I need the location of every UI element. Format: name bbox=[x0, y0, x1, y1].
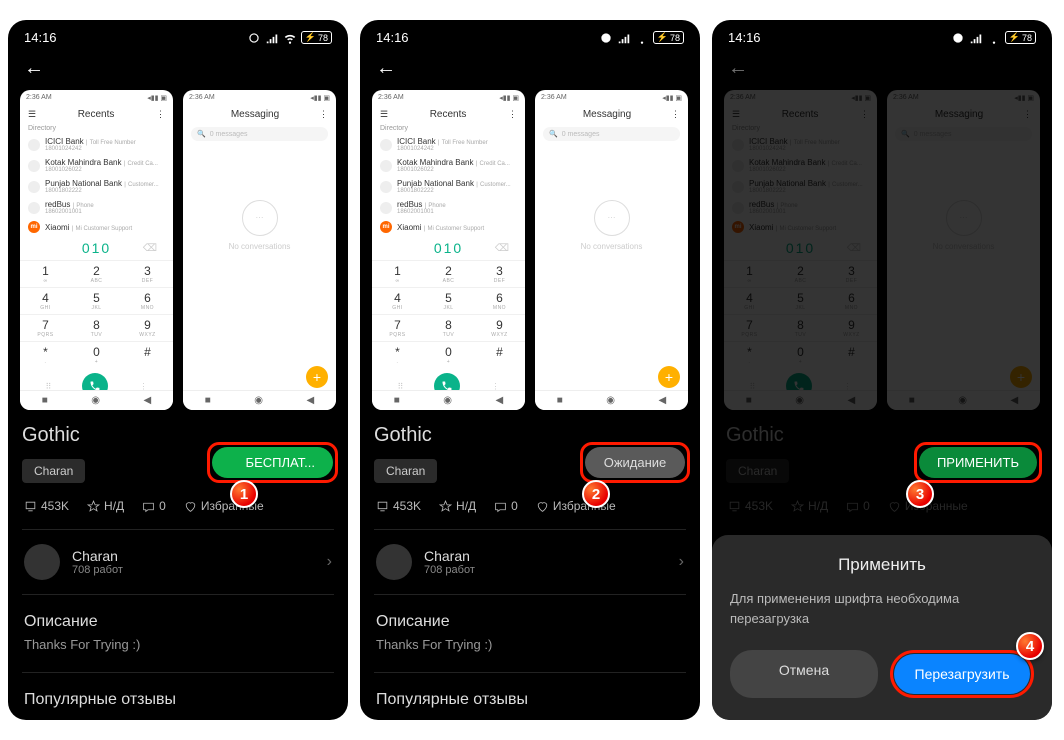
step-badge-3: 3 bbox=[906, 480, 934, 508]
theme-title: Gothic bbox=[22, 424, 80, 447]
alarm-icon bbox=[247, 31, 261, 45]
wifi-icon bbox=[283, 31, 297, 45]
phone-screen-3: 14:16⚡78 ← 2:36 AM◂▮▮ ▣ ☰Recents⋮ Direct… bbox=[712, 20, 1052, 720]
signal-icon bbox=[265, 31, 279, 45]
apply-button[interactable]: ПРИМЕНИТЬ bbox=[919, 447, 1037, 478]
author-row[interactable]: Charan708 работ › bbox=[8, 540, 348, 584]
back-button[interactable]: ← bbox=[360, 51, 700, 90]
dialog-title: Применить bbox=[730, 555, 1034, 575]
author-avatar bbox=[24, 544, 60, 580]
highlight-frame-1: БЕСПЛАТ... bbox=[207, 442, 338, 483]
comment-icon bbox=[142, 500, 155, 513]
status-time: 14:16 bbox=[24, 30, 57, 45]
reviews-heading: Популярные отзывы bbox=[8, 683, 348, 713]
back-button[interactable]: ← bbox=[8, 51, 348, 90]
theme-previews: 2:36 AM◂▮▮ ▣ ☰Recents⋮ Directory ICICI B… bbox=[8, 90, 348, 410]
phone-screen-2: 14:16⚡78 ← 2:36 AM◂▮▮ ▣ ☰Recents⋮ Direct… bbox=[360, 20, 700, 720]
highlight-frame-2: Ожидание bbox=[580, 442, 690, 483]
waiting-button[interactable]: Ожидание bbox=[585, 447, 685, 478]
author-tag[interactable]: Charan bbox=[22, 459, 85, 483]
status-bar: 14:16 ⚡78 bbox=[8, 20, 348, 51]
chevron-right-icon: › bbox=[327, 553, 332, 571]
dialog-message: Для применения шрифта необходима перезаг… bbox=[730, 589, 1034, 628]
description-heading: Описание bbox=[8, 605, 348, 635]
free-download-button[interactable]: БЕСПЛАТ... bbox=[212, 447, 333, 478]
status-icons: ⚡78 bbox=[247, 31, 332, 45]
description-text: Thanks For Trying :) bbox=[8, 635, 348, 662]
heart-icon bbox=[184, 500, 197, 513]
download-count-icon bbox=[24, 500, 37, 513]
highlight-frame-4: Перезагрузить bbox=[890, 650, 1034, 698]
phone-screen-1: 14:16 ⚡78 ← 2:36 AM◂▮▮ ▣ ☰Recents⋮ Direc… bbox=[8, 20, 348, 720]
reboot-button[interactable]: Перезагрузить bbox=[894, 654, 1030, 694]
apply-dialog: Применить Для применения шрифта необходи… bbox=[712, 535, 1052, 720]
theme-stats: 453K Н/Д 0 Избранные bbox=[8, 493, 348, 519]
compose-fab: + bbox=[306, 366, 328, 388]
preview-messaging[interactable]: 2:36 AM◂▮▮ ▣ Messaging⋮ 🔍0 messages ···N… bbox=[183, 90, 336, 410]
step-badge-4: 4 bbox=[1016, 632, 1044, 660]
step-badge-1: 1 bbox=[230, 480, 258, 508]
step-badge-2: 2 bbox=[582, 480, 610, 508]
preview-messaging[interactable]: 2:36 AM◂▮▮ ▣ Messaging⋮ 🔍0 messages ···N… bbox=[535, 90, 688, 410]
star-icon bbox=[87, 500, 100, 513]
preview-dialer[interactable]: 2:36 AM◂▮▮ ▣ ☰Recents⋮ Directory ICICI B… bbox=[20, 90, 173, 410]
battery-indicator: ⚡78 bbox=[301, 31, 332, 44]
cancel-button[interactable]: Отмена bbox=[730, 650, 878, 698]
preview-dialer[interactable]: 2:36 AM◂▮▮ ▣ ☰Recents⋮ Directory ICICI B… bbox=[372, 90, 525, 410]
download-icon bbox=[230, 455, 242, 470]
highlight-frame-3: ПРИМЕНИТЬ bbox=[914, 442, 1042, 483]
